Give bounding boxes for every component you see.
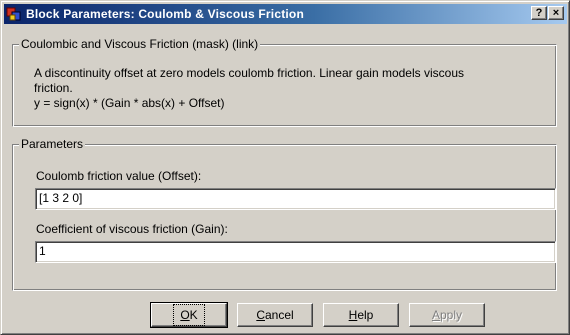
gain-label: Coefficient of viscous friction (Gain):	[36, 222, 228, 236]
offset-input[interactable]: [1 3 2 0]	[35, 188, 556, 210]
cancel-button[interactable]: Cancel	[237, 303, 313, 327]
title-bar[interactable]: Block Parameters: Coulomb & Viscous Fric…	[4, 4, 567, 24]
description-group-title: Coulombic and Viscous Friction (mask) (l…	[19, 37, 261, 51]
description-line-2: friction.	[34, 81, 73, 95]
description-line-1: A discontinuity offset at zero models co…	[34, 66, 464, 80]
gain-input[interactable]: 1	[35, 241, 556, 263]
close-icon[interactable]: ×	[548, 6, 564, 20]
apply-button-label: Apply	[431, 308, 463, 322]
description-equation: y = sign(x) * (Gain * abs(x) + Offset)	[34, 96, 225, 110]
help-button-label: Help	[348, 308, 374, 322]
parameters-group: Parameters Coulomb friction value (Offse…	[12, 137, 557, 291]
offset-label: Coulomb friction value (Offset):	[36, 169, 202, 183]
simulink-block-icon	[6, 6, 22, 22]
help-button[interactable]: Help	[323, 303, 399, 327]
block-parameters-dialog: Block Parameters: Coulomb & Viscous Fric…	[0, 0, 570, 335]
ok-button-label: OK	[173, 304, 205, 326]
parameters-group-title: Parameters	[19, 137, 86, 151]
description-group: Coulombic and Viscous Friction (mask) (l…	[12, 37, 557, 127]
window-title: Block Parameters: Coulomb & Viscous Fric…	[26, 7, 304, 21]
cancel-button-label: Cancel	[256, 308, 294, 322]
ok-button[interactable]: OK	[150, 302, 228, 328]
apply-button[interactable]: Apply	[409, 303, 485, 327]
help-icon[interactable]: ?	[531, 6, 547, 20]
